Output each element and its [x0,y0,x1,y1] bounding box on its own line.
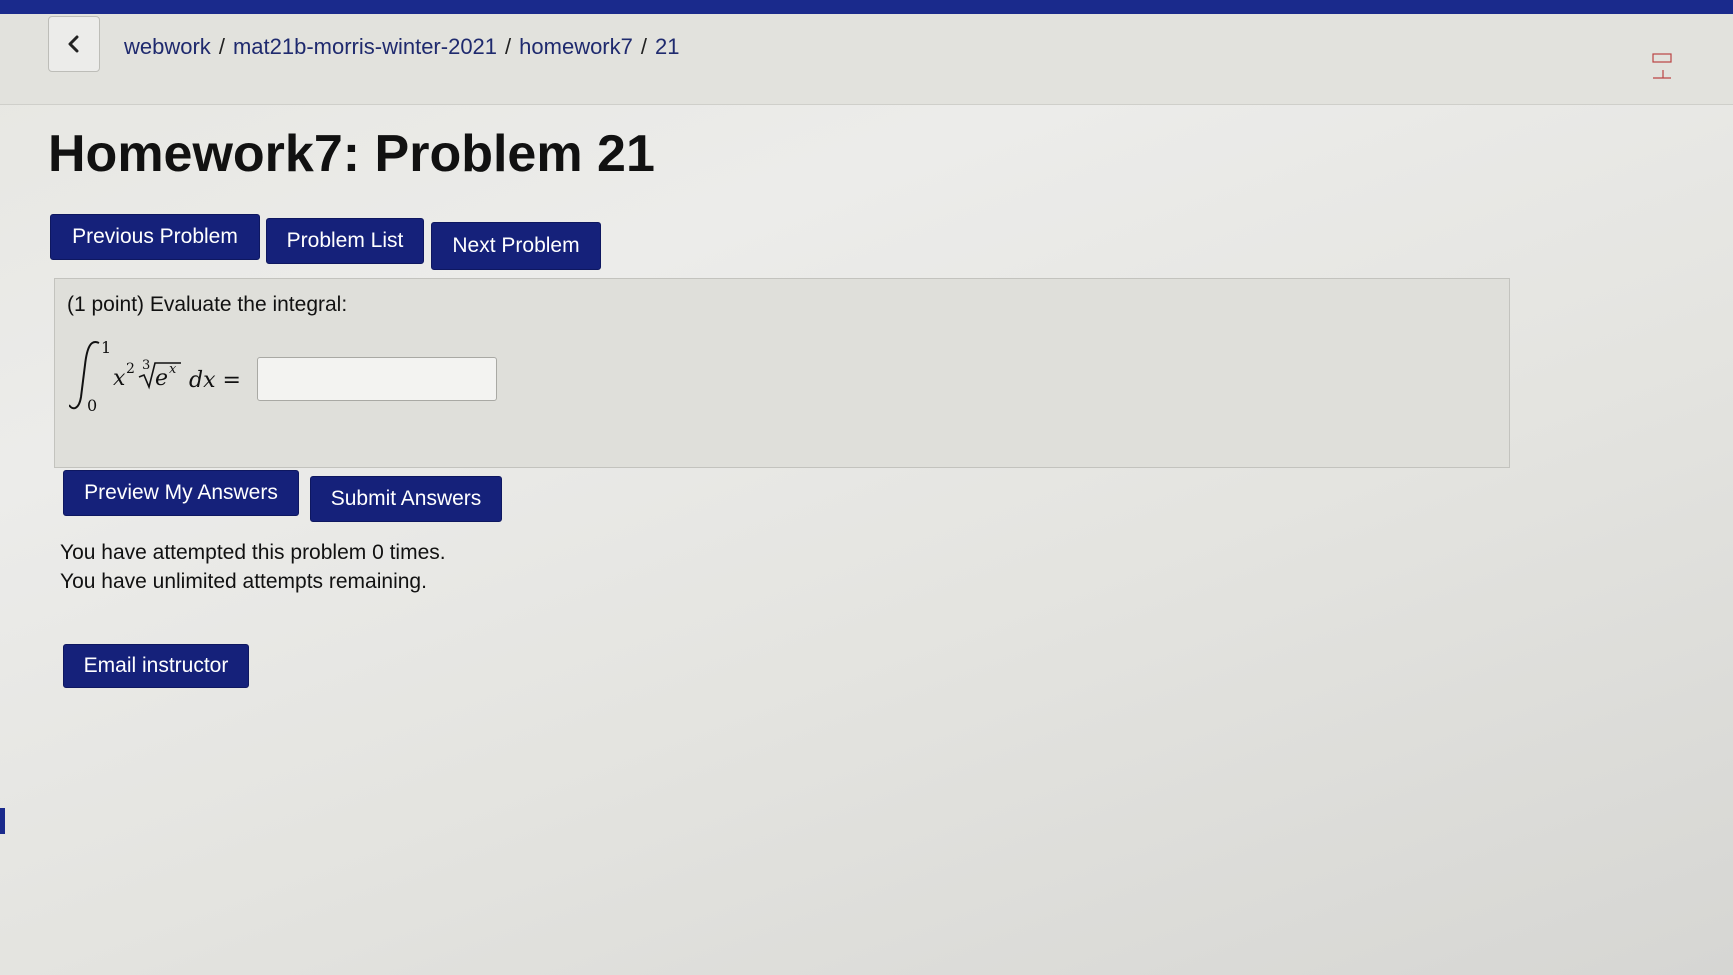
top-bar [0,0,1733,14]
breadcrumb-item-set[interactable]: homework7 [519,34,633,60]
radicand-base: e [155,366,168,391]
preview-answers-button[interactable]: Preview My Answers [63,470,299,516]
integral-lower-limit: 0 [87,396,97,415]
edge-marker [0,808,5,834]
breadcrumb-item-course[interactable]: mat21b-morris-winter-2021 [233,34,497,60]
next-problem-button[interactable]: Next Problem [431,222,601,270]
problem-panel: (1 point) Evaluate the integral: 1 0 x 2… [54,278,1510,468]
page-title: Homework7: Problem 21 [48,125,655,183]
root-index: 3 [142,358,150,373]
answer-input[interactable] [257,357,497,401]
breadcrumb-separator: / [505,34,512,59]
radicand-exponent: x [169,362,177,377]
attempts-remaining-text: You have unlimited attempts remaining. [60,570,427,593]
problem-prompt: (1 point) Evaluate the integral: [67,293,348,316]
breadcrumb: webwork / mat21b-morris-winter-2021 / homewo… [124,34,679,60]
attempts-count-text: You have attempted this problem 0 times. [60,541,446,564]
status-indicator-icon [1652,53,1672,79]
integrand-power: 2 [126,361,135,377]
breadcrumb-item-problem: 21 [655,34,680,59]
email-instructor-button[interactable]: Email instructor [63,644,249,688]
breadcrumb-item-webwork[interactable]: webwork [124,34,211,60]
integrand-variable: x [113,366,126,391]
integral-dx-equals: dx = [189,368,241,393]
problem-list-button[interactable]: Problem List [266,218,424,264]
integral-upper-limit: 1 [101,338,111,357]
breadcrumb-separator: / [640,34,647,59]
breadcrumb-separator: / [218,34,225,59]
attempts-info: You have attempted this problem 0 times.… [60,538,446,596]
submit-answers-button[interactable]: Submit Answers [310,476,502,522]
previous-problem-button[interactable]: Previous Problem [50,214,260,260]
back-button[interactable] [48,16,100,72]
header: webwork / mat21b-morris-winter-2021 / homewo… [0,14,1733,105]
chevron-left-icon [68,35,79,53]
